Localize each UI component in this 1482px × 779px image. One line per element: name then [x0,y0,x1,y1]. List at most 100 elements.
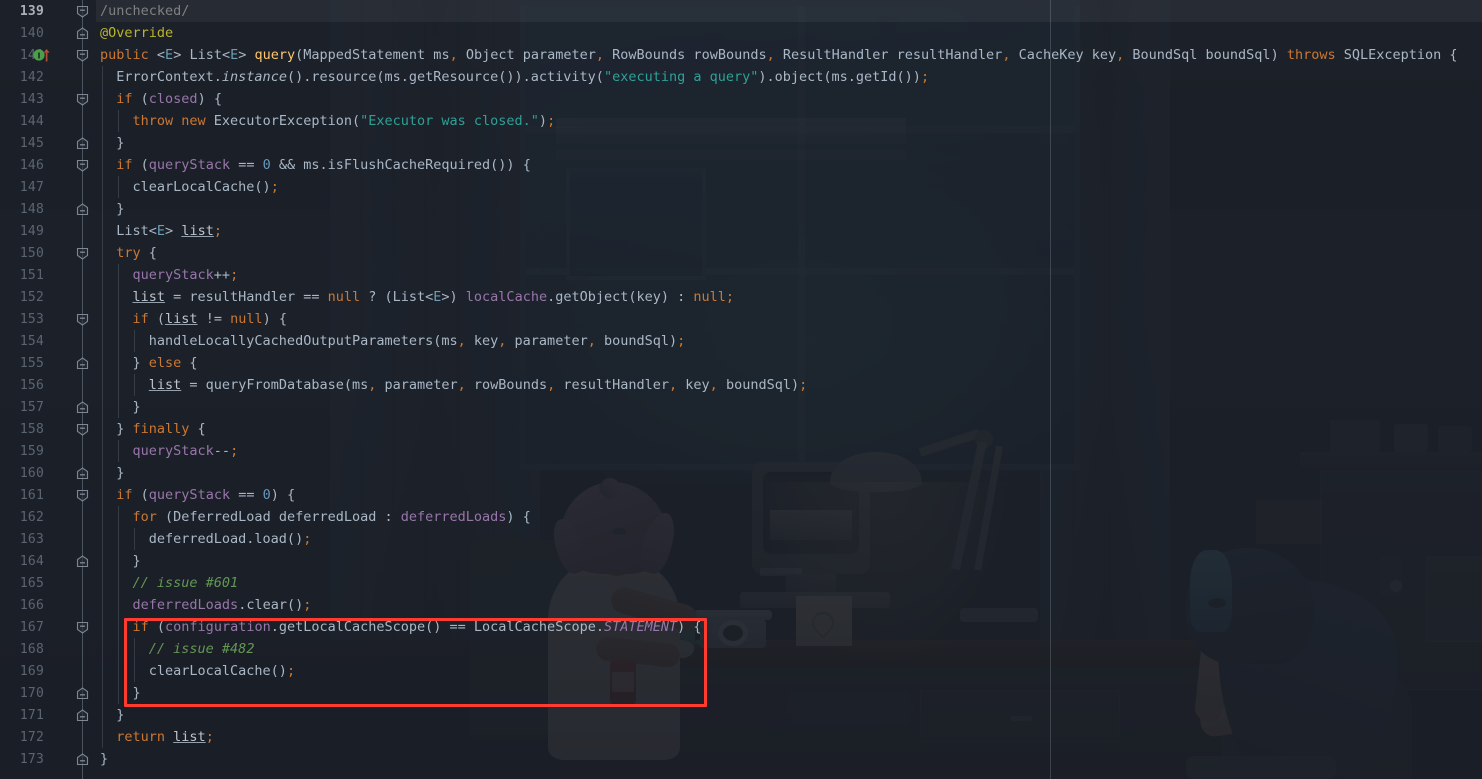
gutter-row[interactable]: 143 [0,88,96,110]
code-line-142[interactable]: ErrorContext.instance().resource(ms.getR… [96,66,1482,88]
code-line-143[interactable]: if (closed) { [96,88,1482,110]
fold-end-icon[interactable] [76,202,89,216]
code-line-161[interactable]: if (queryStack == 0) { [96,484,1482,506]
gutter-row[interactable]: 147 [0,176,96,198]
gutter-row[interactable]: 172 [0,726,96,748]
code-line-164[interactable]: } [96,550,1482,572]
code-line-168[interactable]: // issue #482 [96,638,1482,660]
code-line-144[interactable]: throw new ExecutorException("Executor wa… [96,110,1482,132]
gutter-row[interactable]: 171 [0,704,96,726]
gutter-row[interactable]: 163 [0,528,96,550]
code-token: < [156,47,166,63]
fold-end-icon[interactable] [76,752,89,766]
gutter-row[interactable]: 167 [0,616,96,638]
gutter-row[interactable]: 140 [0,22,96,44]
fold-end-icon[interactable] [76,554,89,568]
fold-start-icon[interactable] [76,49,89,62]
line-number: 162 [19,509,44,525]
fold-end-icon[interactable] [76,708,89,722]
gutter-row[interactable]: 154 [0,330,96,352]
gutter-row[interactable]: 168 [0,638,96,660]
code-line-151[interactable]: queryStack++; [96,264,1482,286]
fold-end-icon[interactable] [76,356,89,370]
gutter-row[interactable]: 144 [0,110,96,132]
gutter-row[interactable]: 173 [0,748,96,770]
gutter-row[interactable]: 146 [0,154,96,176]
code-line-167[interactable]: if (configuration.getLocalCacheScope() =… [96,616,1482,638]
fold-start-icon[interactable] [76,247,89,260]
code-line-156[interactable]: list = queryFromDatabase(ms, parameter, … [96,374,1482,396]
line-number: 159 [19,443,44,459]
code-line-149[interactable]: List<E> list; [96,220,1482,242]
gutter-row[interactable]: 145 [0,132,96,154]
gutter-row[interactable]: 159 [0,440,96,462]
fold-end-icon[interactable] [76,26,89,40]
line-number: 152 [19,289,44,305]
gutter-row[interactable]: 150 [0,242,96,264]
code-line-150[interactable]: try { [96,242,1482,264]
fold-start-icon[interactable] [76,159,89,172]
code-content-area[interactable]: /unchecked/@Override public <E> List<E> q… [96,0,1482,779]
gutter-row[interactable]: 160 [0,462,96,484]
code-line-147[interactable]: clearLocalCache(); [96,176,1482,198]
fold-start-icon[interactable] [76,5,89,18]
code-line-158[interactable]: } finally { [96,418,1482,440]
code-line-152[interactable]: list = resultHandler == null ? (List<E>)… [96,286,1482,308]
code-line-171[interactable]: } [96,704,1482,726]
code-line-146[interactable]: if (queryStack == 0 && ms.isFlushCacheRe… [96,154,1482,176]
gutter-row[interactable]: 139 [0,0,96,22]
gutter-row[interactable]: 162 [0,506,96,528]
code-line-163[interactable]: deferredLoad.load(); [96,528,1482,550]
fold-start-icon[interactable] [76,93,89,106]
editor-gutter[interactable]: 139 140 141 I 142 143 144 145 146 147 148 149 150 151… [0,0,96,779]
gutter-row[interactable]: 156 [0,374,96,396]
gutter-row[interactable]: 155 [0,352,96,374]
code-line-170[interactable]: } [96,682,1482,704]
gutter-row[interactable]: 153 [0,308,96,330]
code-line-145[interactable]: } [96,132,1482,154]
code-line-172[interactable]: return list; [96,726,1482,748]
gutter-row[interactable]: 151 [0,264,96,286]
code-line-169[interactable]: clearLocalCache(); [96,660,1482,682]
gutter-row[interactable]: 165 [0,572,96,594]
code-line-153[interactable]: if (list != null) { [96,308,1482,330]
line-number: 149 [19,223,44,239]
code-line-154[interactable]: handleLocallyCachedOutputParameters(ms, … [96,330,1482,352]
code-line-157[interactable]: } [96,396,1482,418]
code-line-165[interactable]: // issue #601 [96,572,1482,594]
gutter-row[interactable]: 158 [0,418,96,440]
fold-end-icon[interactable] [76,400,89,414]
code-token: closed [148,91,198,107]
gutter-row[interactable]: 142 [0,66,96,88]
fold-end-icon[interactable] [76,466,89,480]
fold-end-icon[interactable] [76,686,89,700]
gutter-row[interactable]: 152 [0,286,96,308]
gutter-row[interactable]: 166 [0,594,96,616]
code-line-141[interactable]: public <E> List<E> query(MappedStatement… [96,44,1482,66]
gutter-row[interactable]: 164 [0,550,96,572]
gutter-row[interactable]: 141 I [0,44,96,66]
gutter-row[interactable]: 148 [0,198,96,220]
code-line-140[interactable]: @Override [96,22,1482,44]
code-line-148[interactable]: } [96,198,1482,220]
code-line-166[interactable]: deferredLoads.clear(); [96,594,1482,616]
code-line-139[interactable]: /unchecked/ [96,0,1482,22]
fold-end-icon[interactable] [76,136,89,150]
line-number: 167 [19,619,44,635]
gutter-row[interactable]: 157 [0,396,96,418]
implementing-method-icon[interactable]: I [33,47,55,63]
gutter-row[interactable]: 169 [0,660,96,682]
fold-start-icon[interactable] [76,313,89,326]
code-line-159[interactable]: queryStack--; [96,440,1482,462]
code-line-155[interactable]: } else { [96,352,1482,374]
fold-start-icon[interactable] [76,621,89,634]
code-line-160[interactable]: } [96,462,1482,484]
gutter-row[interactable]: 170 [0,682,96,704]
gutter-row[interactable]: 149 [0,220,96,242]
fold-start-icon[interactable] [76,489,89,502]
code-token: -- [213,443,231,459]
code-line-162[interactable]: for (DeferredLoad deferredLoad : deferre… [96,506,1482,528]
code-line-173[interactable]: } [96,748,1482,770]
fold-start-icon[interactable] [76,423,89,436]
gutter-row[interactable]: 161 [0,484,96,506]
